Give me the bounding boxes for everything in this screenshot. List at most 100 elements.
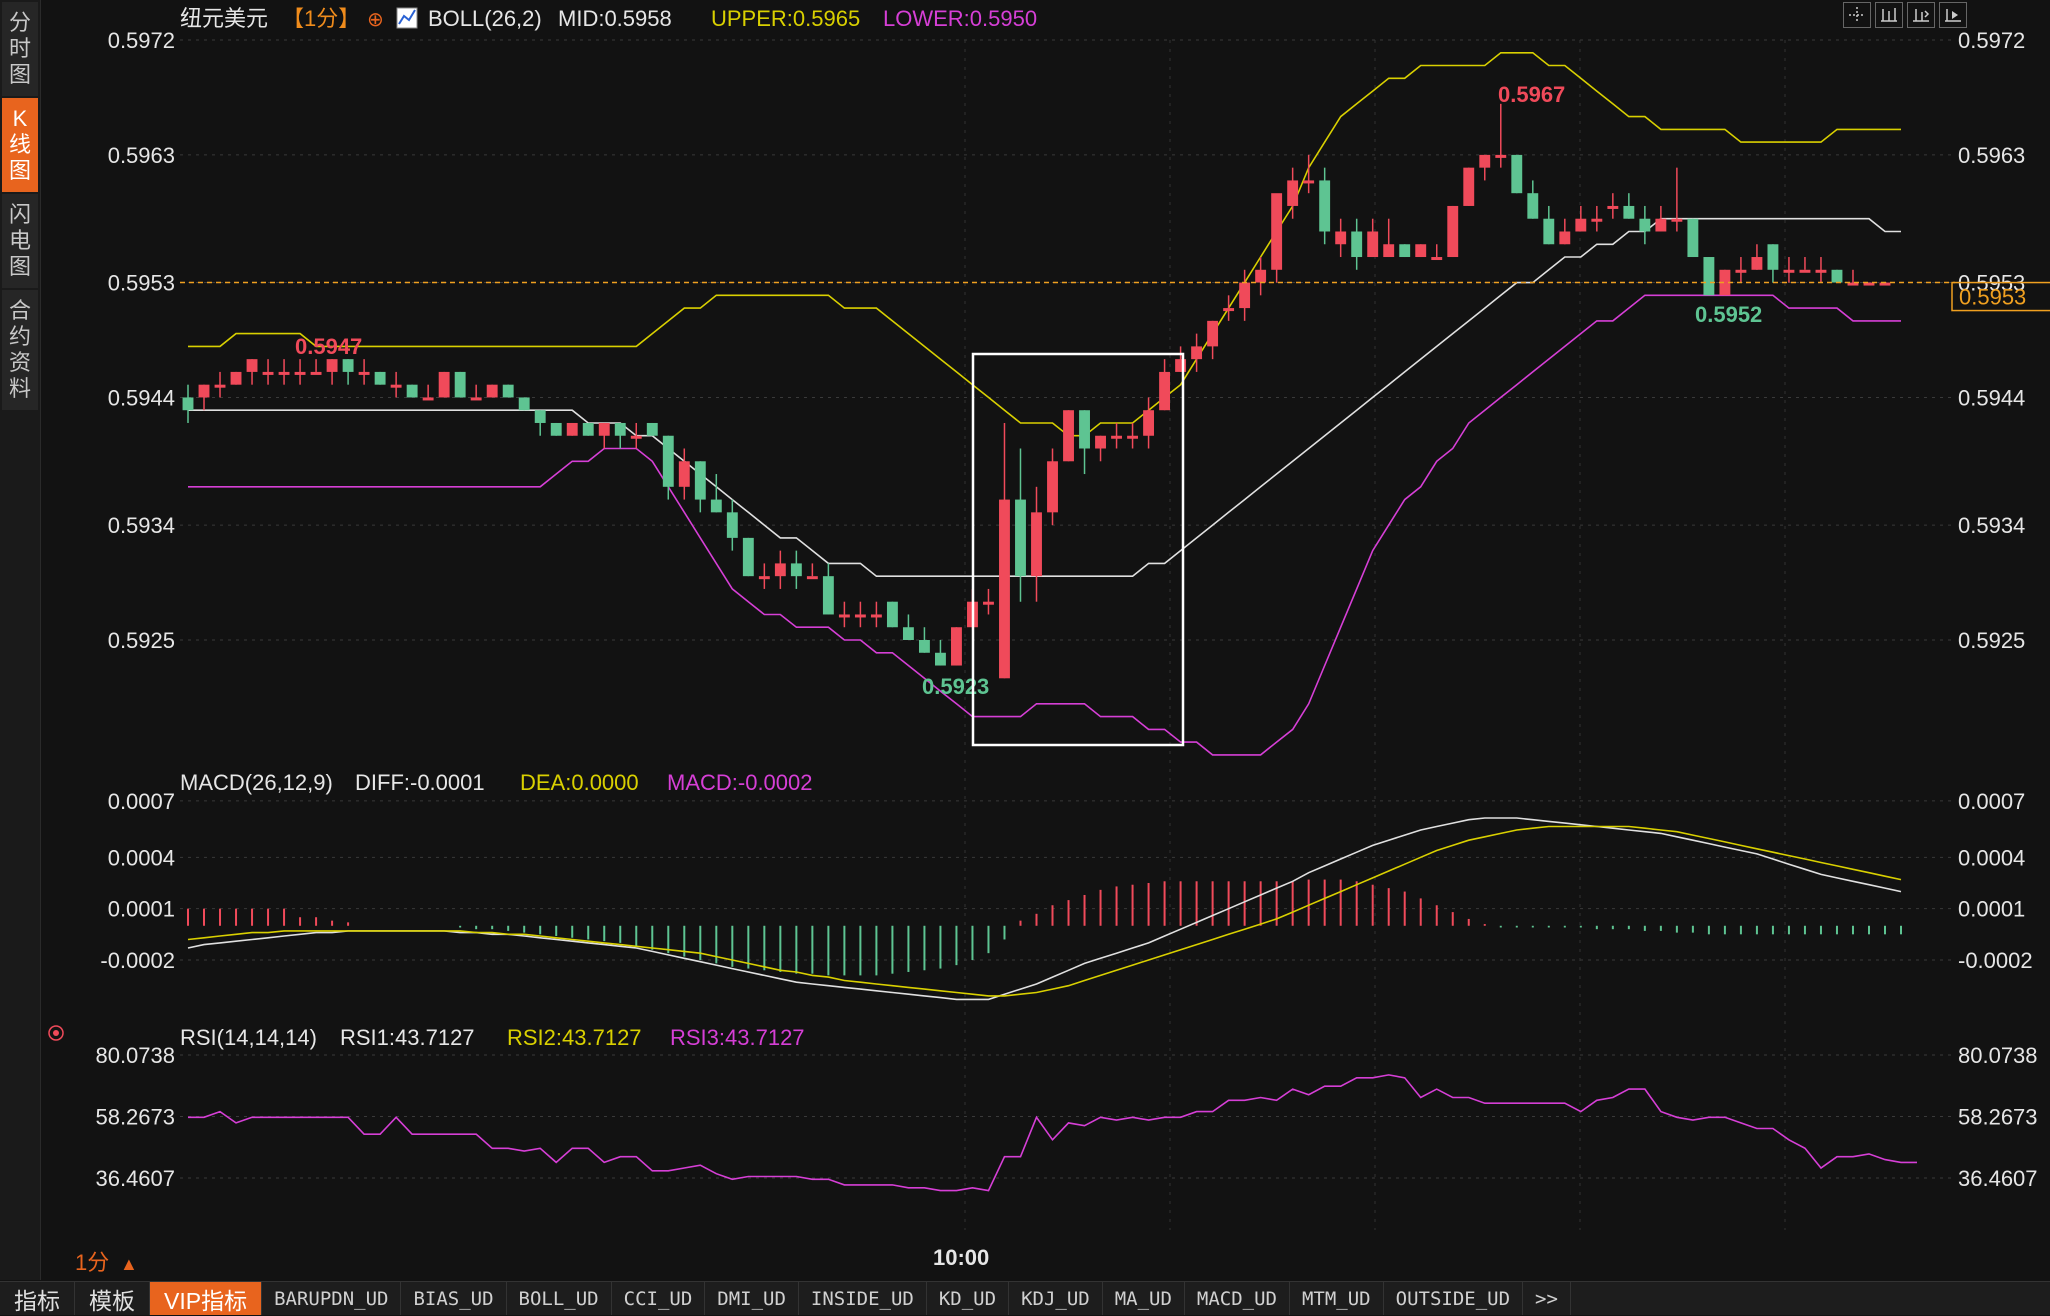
candle-body [326, 359, 338, 372]
price-tick-left: 0.5972 [108, 28, 175, 53]
rsi-tick-left: 36.4607 [95, 1166, 175, 1191]
indicator-item-outside[interactable]: OUTSIDE_UD [1384, 1282, 1524, 1315]
kline-forward-icon[interactable] [1939, 2, 1967, 28]
candle [742, 537, 754, 577]
candle [1543, 205, 1555, 245]
candle [1831, 269, 1843, 283]
candle-body [678, 461, 690, 487]
candle-body [294, 371, 306, 375]
candle-body [726, 512, 738, 538]
indicator-item-dmi[interactable]: DMI_UD [705, 1282, 799, 1315]
candle [1623, 193, 1635, 219]
indicator-item-inside[interactable]: INSIDE_UD [799, 1282, 927, 1315]
chart-area[interactable]: 纽元美元 【1分】 ⊕ BOLL(26,2) MID:0.5958 UPPER:… [40, 0, 2050, 1280]
candle [1559, 218, 1571, 245]
candle-body [1559, 231, 1571, 245]
candle-body [758, 576, 770, 580]
macd-axis-right: 0.0007 0.0004 0.0001 -0.0002 [1958, 789, 2033, 973]
candle-body [1431, 257, 1443, 261]
candle [870, 601, 882, 628]
indicator-item-boll[interactable]: BOLL_UD [507, 1282, 612, 1315]
template-tab[interactable]: 模板 [75, 1282, 150, 1315]
crosshair-icon[interactable]: ⊕ [367, 9, 384, 31]
candle [182, 384, 194, 423]
rsi-axis-left: 80.0738 58.2673 36.4607 [95, 1043, 175, 1191]
candle [1063, 410, 1074, 462]
candle-body [1783, 269, 1795, 273]
candle [646, 422, 658, 436]
candle-body [1159, 371, 1171, 411]
indicator-item-mtm[interactable]: MTM_UD [1290, 1282, 1384, 1315]
candle-body [999, 499, 1010, 679]
candle [1495, 103, 1507, 168]
candle [438, 371, 450, 398]
candle-body [630, 435, 642, 439]
candle-body [694, 461, 706, 500]
candle [486, 384, 498, 398]
indicator-item-macd[interactable]: MACD_UD [1185, 1282, 1290, 1315]
time-label: 10:00 [933, 1245, 989, 1270]
candle-body [390, 384, 402, 388]
candle [1479, 154, 1491, 181]
indicator-item-cci[interactable]: CCI_UD [612, 1282, 706, 1315]
rsi-label: RSI(14,14,14) [180, 1025, 317, 1050]
candle [294, 359, 306, 385]
sidebar-tab-flash[interactable]: 闪电图 [2, 194, 38, 288]
candle [710, 474, 722, 513]
candle [1671, 167, 1683, 232]
indicator-item-bias[interactable]: BIAS_UD [401, 1282, 507, 1315]
candle-body [1751, 257, 1763, 270]
crosshair-toggle-icon[interactable] [1843, 2, 1871, 28]
indicator-item-barupdn[interactable]: BARUPDN_UD [262, 1282, 402, 1315]
candle [230, 371, 242, 385]
candle-body [790, 563, 802, 577]
candle [470, 384, 482, 401]
candle-body [1463, 167, 1475, 206]
price-tick-right: 0.5934 [1958, 513, 2025, 538]
more-tabs-button[interactable]: >> [1523, 1282, 1571, 1315]
chart-svg[interactable]: 纽元美元 【1分】 ⊕ BOLL(26,2) MID:0.5958 UPPER:… [40, 0, 2050, 1280]
sidebar-tab-contract-info[interactable]: 合约资料 [2, 290, 38, 410]
boll-indicator-icon[interactable] [396, 7, 418, 29]
candle-body [1479, 154, 1491, 168]
boll-mid: MID:0.5958 [558, 6, 672, 31]
rsi-settings-icon[interactable] [48, 1025, 64, 1041]
candle [1271, 193, 1283, 283]
candle-body [1399, 244, 1411, 258]
candle-body [1575, 218, 1587, 232]
macd-tick-right: 0.0001 [1958, 897, 2025, 922]
candle [1783, 257, 1795, 283]
sidebar-tab-kline[interactable]: K线图 [2, 98, 38, 192]
vip-indicator-tab[interactable]: VIP指标 [150, 1282, 263, 1315]
kline-compare-icon[interactable] [1907, 2, 1935, 28]
period-arrow-icon[interactable]: ▲ [120, 1254, 138, 1274]
candle [214, 371, 226, 398]
candle [454, 371, 466, 398]
candle [630, 422, 642, 449]
candle-body [1527, 193, 1539, 219]
indicator-tab[interactable]: 指标 [0, 1282, 75, 1315]
kline-bar-icon[interactable] [1875, 2, 1903, 28]
candle-body [1415, 244, 1427, 258]
high-annotation: 0.5967 [1498, 82, 1565, 107]
indicator-item-ma[interactable]: MA_UD [1103, 1282, 1185, 1315]
symbol-name: 纽元美元 [180, 6, 268, 31]
period-selector[interactable]: 1分 [75, 1250, 109, 1275]
candle [406, 384, 418, 398]
low-annotation: 0.5923 [922, 674, 989, 699]
indicator-item-kd[interactable]: KD_UD [927, 1282, 1010, 1315]
price-tick-left: 0.5953 [108, 271, 175, 296]
candle [790, 550, 802, 589]
candle [550, 422, 562, 436]
candle-body [614, 422, 626, 436]
candle-body [214, 384, 226, 388]
macd-tick-left: 0.0001 [108, 897, 175, 922]
sidebar-tab-timeshare[interactable]: 分时图 [2, 2, 38, 96]
candle [1015, 448, 1026, 602]
chart-toolbar [1843, 2, 1967, 28]
rsi-axis-right: 80.0738 58.2673 36.4607 [1958, 1043, 2038, 1191]
indicator-item-kdj[interactable]: KDJ_UD [1009, 1282, 1103, 1315]
candle [918, 627, 930, 653]
candle [1703, 257, 1715, 296]
chart-type-sidebar: 分时图 K线图 闪电图 合约资料 [0, 0, 41, 1280]
